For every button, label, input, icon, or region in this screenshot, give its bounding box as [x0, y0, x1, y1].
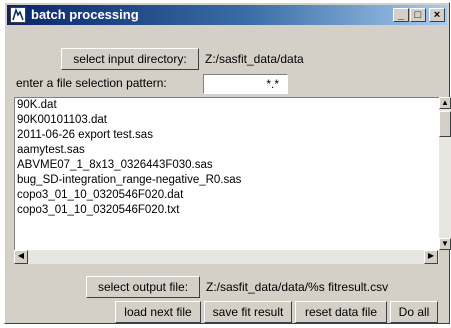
file-item[interactable]: 90K00101103.dat: [15, 113, 439, 128]
app-icon: [10, 7, 26, 23]
file-list-horizontal-scrollbar[interactable]: ◀ ▶: [14, 250, 439, 264]
file-item[interactable]: copo3_01_10_0320546F020.txt: [15, 203, 439, 218]
file-item[interactable]: aamytest.sas: [15, 143, 439, 158]
maximize-button[interactable]: □: [410, 8, 426, 22]
file-item[interactable]: bug_SD-integration_range-negative_R0.sas: [15, 173, 439, 188]
file-item[interactable]: 90K.dat: [15, 98, 439, 113]
scroll-right-icon[interactable]: ▶: [424, 250, 438, 264]
scroll-left-icon[interactable]: ◀: [14, 250, 28, 264]
input-directory-path: Z:/sasfit_data/data: [205, 52, 304, 66]
file-list[interactable]: 90K.dat 90K00101103.dat 2011-06-26 expor…: [14, 97, 439, 250]
save-fit-result-button[interactable]: save fit result: [204, 301, 292, 323]
close-button[interactable]: ×: [429, 8, 445, 22]
file-list-vertical-scrollbar[interactable]: ▲ ▼: [439, 97, 451, 250]
reset-data-file-button[interactable]: reset data file: [295, 301, 387, 323]
title-bar[interactable]: batch processing _ □ ×: [7, 5, 447, 25]
scroll-up-icon[interactable]: ▲: [439, 97, 451, 109]
output-file-path: Z:/sasfit_data/data/%s fitresult.csv: [206, 280, 389, 294]
select-input-directory-button[interactable]: select input directory:: [61, 48, 199, 70]
select-output-file-button[interactable]: select output file:: [86, 276, 200, 298]
file-item[interactable]: ABVME07_1_8x13_0326443F030.sas: [15, 158, 439, 173]
load-next-file-button[interactable]: load next file: [115, 301, 201, 323]
scroll-thumb[interactable]: [439, 111, 451, 137]
pattern-label: enter a file selection pattern:: [16, 76, 167, 90]
file-item[interactable]: copo3_01_10_0320546F020.dat: [15, 188, 439, 203]
window-title: batch processing: [31, 7, 139, 22]
do-all-button[interactable]: Do all: [390, 301, 438, 323]
pattern-input[interactable]: *.*: [203, 74, 288, 94]
scroll-down-icon[interactable]: ▼: [439, 238, 451, 250]
minimize-button[interactable]: _: [393, 8, 409, 22]
file-item[interactable]: 2011-06-26 export test.sas: [15, 128, 439, 143]
